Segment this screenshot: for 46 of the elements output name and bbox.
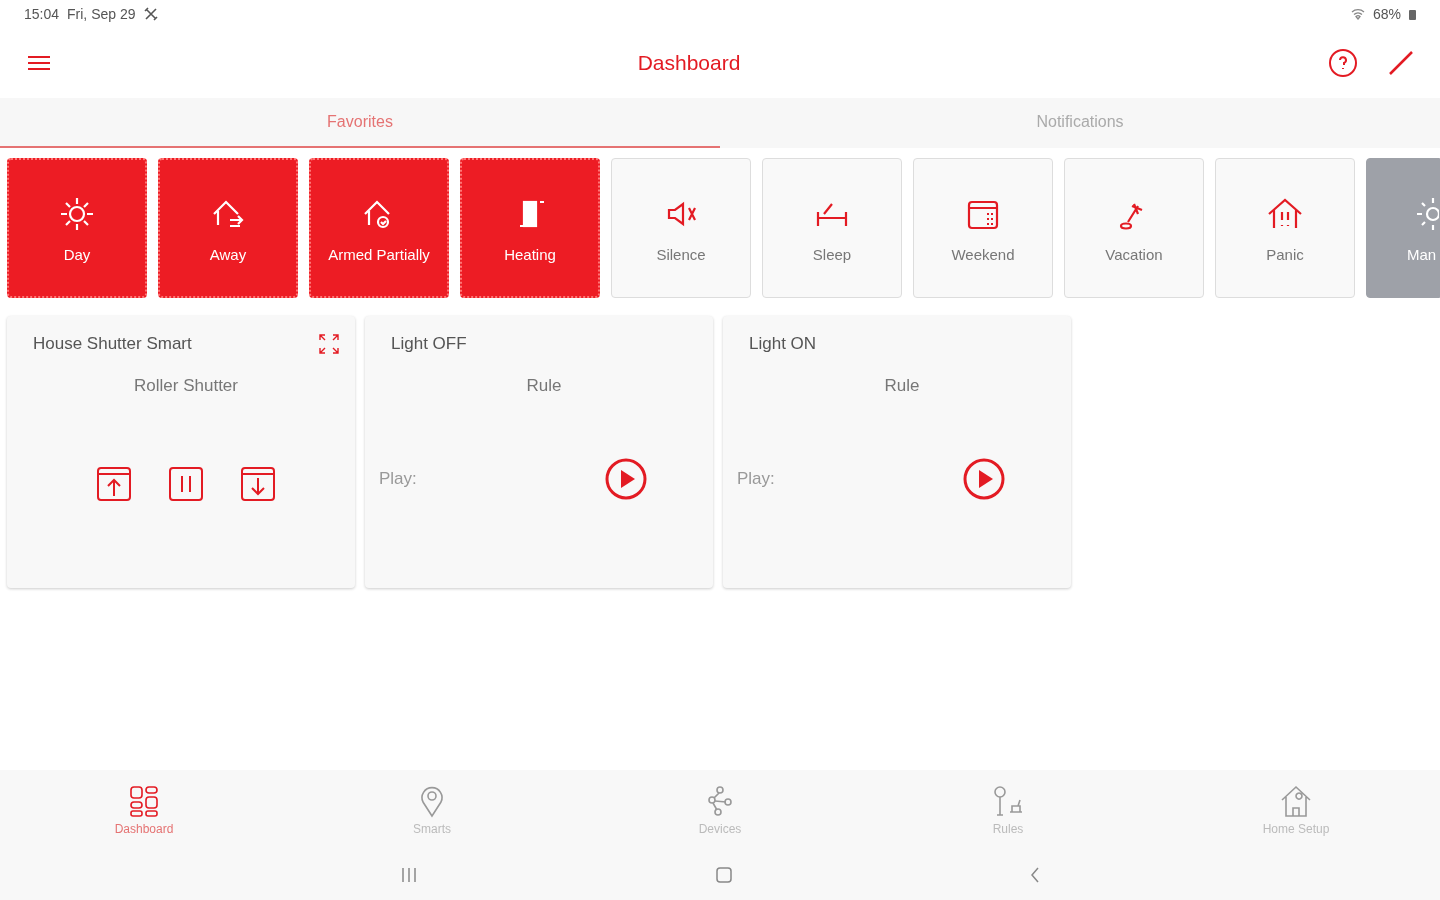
notification-icon [143, 7, 158, 21]
scene-tile[interactable]: Weekend [913, 158, 1053, 298]
scene-tile[interactable]: Panic [1215, 158, 1355, 298]
scene-tile[interactable]: Away [158, 158, 298, 298]
home-icon[interactable] [715, 866, 733, 884]
status-date: Fri, Sep 29 [67, 6, 136, 22]
play-icon[interactable] [605, 458, 647, 500]
play-label: Play: [737, 469, 775, 489]
rules-icon [992, 784, 1024, 818]
scene-tile[interactable]: Sleep [762, 158, 902, 298]
menu-icon[interactable] [28, 55, 50, 71]
device-card[interactable]: House Shutter Smart Roller Shutter [7, 316, 355, 588]
house-icon [1280, 784, 1312, 818]
edit-icon[interactable] [1388, 50, 1414, 76]
device-card[interactable]: Light OFF Rule Play: [365, 316, 713, 588]
scene-tile[interactable]: Man [1366, 158, 1440, 298]
battery-icon [1409, 8, 1416, 20]
tab[interactable]: Favorites [0, 98, 720, 148]
scene-tile[interactable]: Day [7, 158, 147, 298]
help-icon[interactable] [1328, 48, 1358, 78]
card-subtitle: Rule [525, 376, 563, 396]
recent-apps-icon[interactable] [399, 867, 419, 883]
play-label: Play: [379, 469, 417, 489]
play-icon[interactable] [963, 458, 1005, 500]
pause-icon[interactable] [168, 466, 204, 502]
scene-tile[interactable]: Armed Partially [309, 158, 449, 298]
wifi-icon [1350, 8, 1365, 20]
page-title: Dashboard [636, 51, 742, 75]
shutter-up-icon[interactable] [96, 466, 132, 502]
battery-level: 68% [1372, 6, 1401, 22]
back-icon[interactable] [1029, 866, 1041, 884]
card-title: Light OFF [391, 334, 467, 354]
card-title: Light ON [749, 334, 817, 354]
scene-tile[interactable]: Heating [460, 158, 600, 298]
shutter-down-icon[interactable] [240, 466, 276, 502]
scene-tile[interactable]: Vacation [1064, 158, 1204, 298]
nav-item[interactable]: Dashboard [0, 770, 288, 850]
expand-icon[interactable] [319, 334, 339, 354]
scene-tile[interactable]: Silence [611, 158, 751, 298]
status-time: 15:04 [24, 6, 60, 22]
tab[interactable]: Notifications [720, 98, 1440, 148]
card-subtitle: Rule [883, 376, 921, 396]
card-title: House Shutter Smart [33, 334, 192, 354]
card-subtitle: Roller Shutter [133, 376, 239, 396]
device-card[interactable]: Light ON Rule Play: [723, 316, 1071, 588]
grid-icon [128, 784, 160, 818]
